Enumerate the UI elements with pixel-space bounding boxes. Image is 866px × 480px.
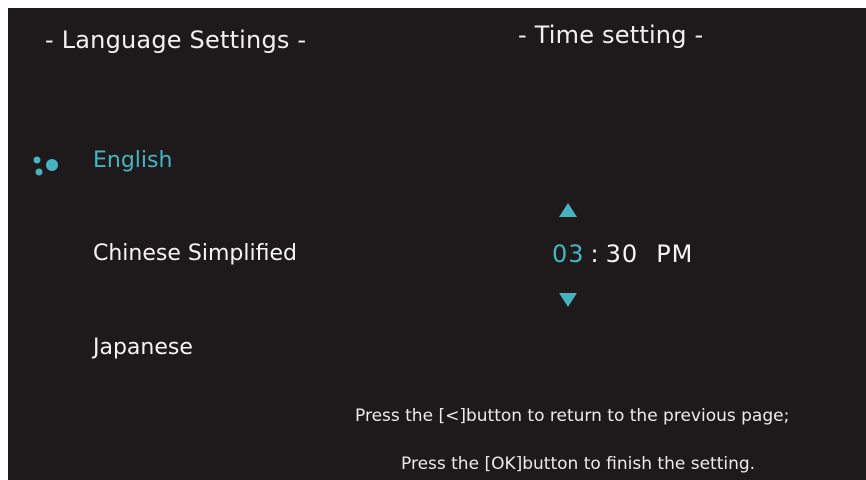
language-option-japanese[interactable]: Japanese (93, 335, 193, 360)
settings-screen: - Language Settings - - Time setting - E… (8, 8, 866, 480)
triangle-down-icon[interactable] (558, 292, 578, 308)
ampm-field[interactable]: PM (656, 240, 693, 268)
language-settings-title: - Language Settings - (45, 26, 307, 54)
language-option-chinese-simplified[interactable]: Chinese Simplified (93, 241, 297, 266)
finish-hint-text: Press the [OK]button to finish the setti… (401, 454, 756, 474)
triangle-up-icon[interactable] (558, 202, 578, 218)
back-hint-text: Press the [<]button to return to the pre… (355, 406, 790, 426)
language-option-english[interactable]: English (93, 148, 172, 173)
dots-cursor-icon (33, 156, 58, 176)
hour-field[interactable]: 03 (552, 240, 585, 268)
time-picker: 03:30 PM (552, 240, 693, 268)
time-separator: : (590, 240, 600, 268)
minute-field[interactable]: 30 (606, 240, 639, 268)
time-setting-title: - Time setting - (518, 21, 704, 49)
